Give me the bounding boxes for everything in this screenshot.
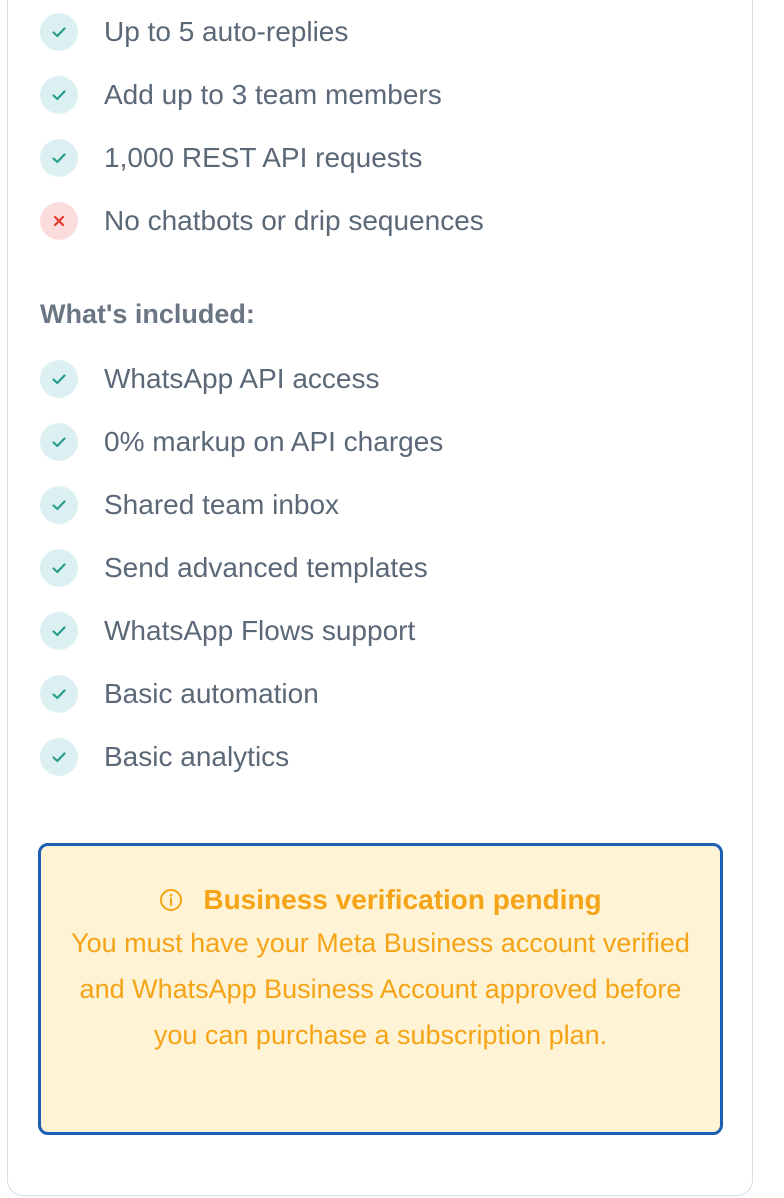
list-item: WhatsApp API access <box>40 347 443 410</box>
list-item-label: No chatbots or drip sequences <box>104 204 484 236</box>
list-item-label: Add up to 3 team members <box>104 78 442 110</box>
list-item-label: 1,000 REST API requests <box>104 141 423 173</box>
check-icon <box>40 737 78 776</box>
list-item: Send advanced templates <box>40 536 443 599</box>
section-heading: What's included: <box>40 299 255 329</box>
cross-icon <box>40 201 78 240</box>
check-icon <box>40 422 78 461</box>
list-item: Up to 5 auto-replies <box>40 0 484 63</box>
check-icon <box>40 12 78 51</box>
verification-notice: Business verification pending You must h… <box>38 843 723 1135</box>
list-item: Basic analytics <box>40 725 443 788</box>
list-item-label: WhatsApp API access <box>104 362 380 394</box>
list-item-label: Send advanced templates <box>104 551 428 583</box>
check-icon <box>40 548 78 587</box>
info-icon <box>160 889 183 911</box>
list-item-label: Shared team inbox <box>104 488 340 520</box>
list-item: No chatbots or drip sequences <box>40 189 484 252</box>
list-item-label: Basic automation <box>104 677 319 709</box>
list-item: Shared team inbox <box>40 473 443 536</box>
check-icon <box>40 359 78 398</box>
list-item: 1,000 REST API requests <box>40 126 484 189</box>
list-item-label: Basic analytics <box>104 740 290 772</box>
list-item-label: 0% markup on API charges <box>104 425 444 457</box>
notice-body: You must have your Meta Business account… <box>71 928 690 1050</box>
list-item: WhatsApp Flows support <box>40 599 443 662</box>
check-icon <box>40 138 78 177</box>
list-item-label: Up to 5 auto-replies <box>104 15 349 47</box>
notice-title: Business verification pending <box>203 884 602 915</box>
list-item: Add up to 3 team members <box>40 63 484 126</box>
included-features-list: WhatsApp API access 0% markup on API cha… <box>40 347 443 788</box>
list-item: Basic automation <box>40 662 443 725</box>
check-icon <box>40 75 78 114</box>
check-icon <box>40 485 78 524</box>
check-icon <box>40 611 78 650</box>
plan-limits-list: Up to 5 auto-replies Add up to 3 team me… <box>40 0 484 252</box>
list-item: 0% markup on API charges <box>40 410 443 473</box>
check-icon <box>40 674 78 713</box>
list-item-label: WhatsApp Flows support <box>104 614 416 646</box>
